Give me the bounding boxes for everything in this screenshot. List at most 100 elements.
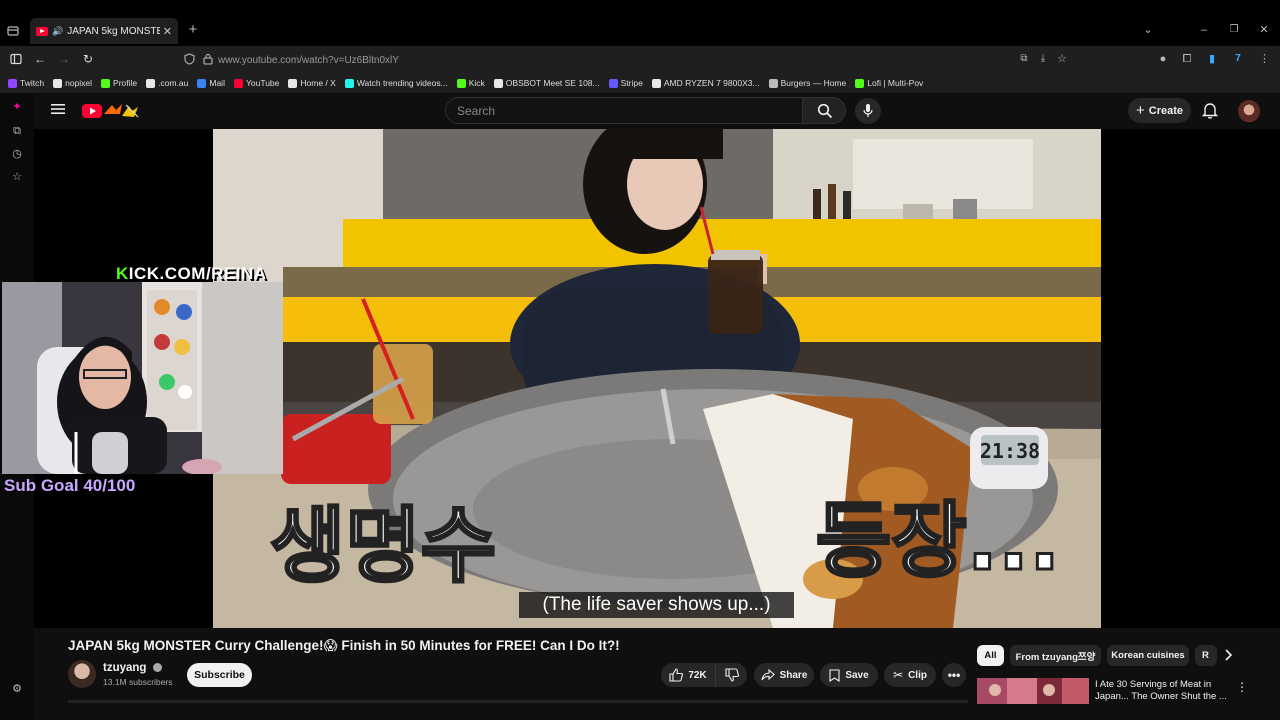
back-icon[interactable]: ← [34,53,46,65]
chip-partial[interactable]: R [1195,645,1217,666]
description-preview-bar [68,700,968,703]
bookmark-star-icon[interactable]: ☆ [1056,53,1068,65]
bookmark-item[interactable]: nopixel [53,78,92,88]
bookmark-item[interactable]: Burgers — Home [768,78,847,88]
tab-title: JAPAN 5kg MONSTER Curry [67,25,160,37]
tab-list-chevron-icon[interactable]: ⌄ [1141,24,1155,36]
extension-badge-icon[interactable]: ▮ [1206,53,1218,65]
picture-in-picture-icon[interactable]: ⧉ [1018,53,1030,65]
address-bar[interactable]: www.youtube.com/watch?v=Uz6Bltn0xlY [178,50,1078,70]
speaker-icon[interactable]: 🔊 [52,26,63,37]
history-icon[interactable]: ◷ [11,148,23,160]
chip-korean-cuisines-label: Korean cuisines [1111,650,1185,661]
voice-search-button[interactable] [855,98,881,124]
restore-icon[interactable]: ❐ [1228,24,1240,36]
bookmark-label: Burgers — Home [780,78,847,88]
bookmark-favicon-icon [146,78,156,88]
close-window-icon[interactable]: ✕ [1258,24,1270,36]
recommendation-thumbnail[interactable] [977,678,1089,704]
bookmark-item[interactable]: Lofi | Multi-Pov [855,78,923,88]
subscribe-button[interactable]: Subscribe [187,663,252,687]
shield-icon[interactable] [183,53,195,68]
kick-overlay-text: KICK.COM/REINA [116,264,267,283]
user-avatar[interactable] [1238,100,1260,122]
bookmark-label: YouTube [245,78,280,88]
chip-from-channel[interactable]: From tzuyang쯔양 [1010,645,1101,666]
bookmark-favicon-icon [768,78,778,88]
timer-display-text: 21:38 [980,439,1040,463]
notifications-bell-icon[interactable] [1201,102,1219,119]
share-icon [761,669,775,681]
tabs-icon[interactable]: ⧉ [11,125,23,137]
scissors-icon: ✂ [893,668,904,682]
reload-icon[interactable]: ↻ [82,53,94,65]
bookmark-item[interactable]: Kick [456,78,485,88]
bookmark-favicon-icon [288,78,298,88]
channel-avatar[interactable] [68,660,96,688]
dislike-button[interactable] [715,663,747,687]
active-tab[interactable]: 🔊 JAPAN 5kg MONSTER Curry ✕ [30,18,178,44]
create-button[interactable]: + Create [1128,98,1191,123]
close-tab-icon[interactable]: ✕ [163,25,172,38]
like-button[interactable]: 72K [661,663,715,687]
tab-actions-icon[interactable] [7,25,19,37]
save-to-pocket-icon[interactable]: ⤓ [1037,53,1049,65]
channel-name-link[interactable]: tzuyang [103,662,162,674]
search-button[interactable] [802,97,846,124]
clip-button[interactable]: ✂ Clip [884,663,936,687]
bookmark-item[interactable]: .com.au [146,78,188,88]
extension-7tv-icon[interactable]: 7 [1231,53,1245,65]
sidebar-toggle-icon[interactable] [10,53,22,68]
video-caption: (The life saver shows up...) [519,592,794,618]
bookmark-item[interactable]: AMD RYZEN 7 9800X3... [651,78,760,88]
bookmark-favicon-icon [456,78,466,88]
settings-gear-icon[interactable]: ⚙ [11,683,23,695]
bookmark-item[interactable]: Stripe [608,78,643,88]
bookmark-item[interactable]: YouTube [233,78,280,88]
channel-name: tzuyang [103,662,147,674]
youtube-logo[interactable] [82,102,142,120]
share-button[interactable]: Share [754,663,814,687]
verified-badge-icon [152,663,162,672]
video-title: JAPAN 5kg MONSTER Curry Challenge!😱 Fini… [68,638,620,653]
bookmark-favicon-icon [493,78,503,88]
minimize-icon[interactable]: – [1198,24,1210,36]
video-player[interactable]: 21:38 생명수 등장... [213,129,1101,628]
hamburger-menu-icon[interactable] [51,103,65,117]
bookmark-item[interactable]: Twitch [8,78,44,88]
lock-icon[interactable] [202,53,214,68]
kick-channel-overlay: KICK.COM/REINA [116,264,267,284]
search-input[interactable]: Search [445,97,803,124]
more-actions-button[interactable]: ••• [942,663,966,687]
bookmarks-icon[interactable]: ☆ [11,171,23,183]
search-placeholder: Search [457,103,496,118]
save-bookmark-icon [829,668,840,682]
korean-overlay-right: 등장... [816,494,1060,589]
chips-next-chevron-icon[interactable] [1223,648,1235,664]
browser-tab-bar: 🔊 JAPAN 5kg MONSTER Curry ✕ + ⌄ – ❐ ✕ [0,0,1280,46]
search-icon [817,103,833,119]
like-count: 72K [688,669,707,681]
bookmark-item[interactable]: OBSBOT Meet SE 108... [493,78,600,88]
chip-korean-cuisines[interactable]: Korean cuisines [1107,645,1189,666]
new-tab-icon[interactable]: + [187,22,199,37]
menu-icon[interactable]: ⋮ [1259,53,1270,65]
bookmark-item[interactable]: Watch trending videos... [344,78,448,88]
assistant-icon[interactable]: ✦ [11,101,23,113]
forward-icon[interactable]: → [58,53,70,65]
bookmark-item[interactable]: Mail [197,78,225,88]
thumbs-up-icon [669,668,684,682]
recommendation-title[interactable]: I Ate 30 Servings of Meat in Japan... Th… [1095,679,1230,703]
bookmark-item[interactable]: Profile [101,78,137,88]
korean-overlay-left: 생명수 [270,499,496,594]
extensions-icon[interactable]: ⧠ [1181,53,1193,65]
chip-all[interactable]: All [977,645,1004,666]
recommendation-more-icon[interactable]: ⋮ [1236,680,1248,694]
bookmark-label: Stripe [620,78,643,88]
bookmark-favicon-icon [53,78,63,88]
bookmark-item[interactable]: Home / X [288,78,336,88]
account-icon[interactable]: ● [1157,53,1169,65]
streamer-webcam [2,282,283,474]
save-button[interactable]: Save [820,663,878,687]
bookmark-favicon-icon [344,78,354,88]
